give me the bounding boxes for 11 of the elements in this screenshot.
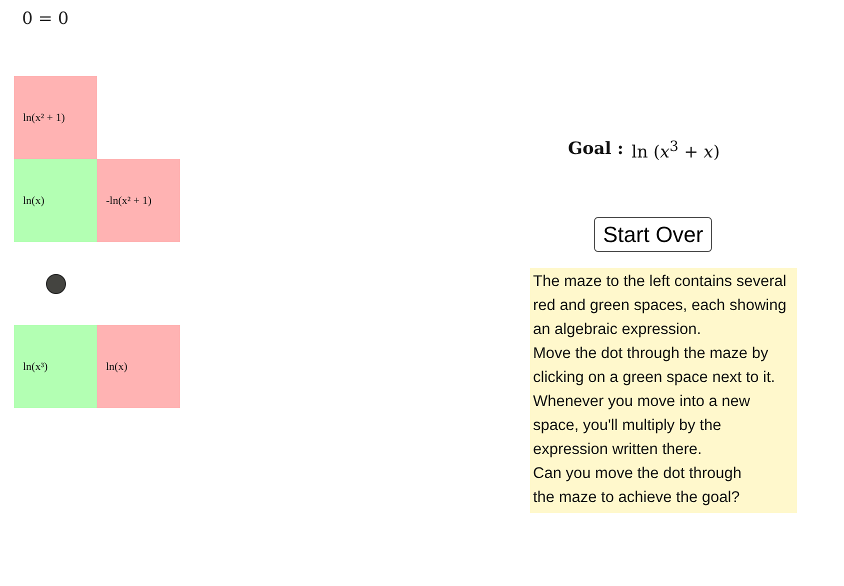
equation-text: 0 = 0 — [22, 9, 69, 29]
open-maze-cell[interactable]: ln(x) — [14, 159, 97, 242]
blocked-maze-cell[interactable]: -ln(x² + 1) — [97, 159, 180, 242]
instructions-text: The maze to the left contains several red and green spaces, each showing an algebraic expression. Move the dot through the maze by clicking on a green space next to it. Whenever you move into a new space, you'll multiply by the expression written there. Can you move the dot through the maze to achieve the goal? — [530, 268, 797, 513]
start-over-button[interactable]: Start Over — [594, 217, 712, 252]
player-dot — [46, 274, 66, 294]
blocked-maze-cell[interactable]: ln(x) — [97, 325, 180, 408]
open-maze-cell[interactable]: ln(x³) — [14, 325, 97, 408]
blocked-maze-cell[interactable]: ln(x² + 1) — [14, 76, 97, 159]
goal-expression: ln (x$^{3}$ + x) — [632, 139, 720, 163]
goal-label: Goal : — [568, 139, 624, 161]
